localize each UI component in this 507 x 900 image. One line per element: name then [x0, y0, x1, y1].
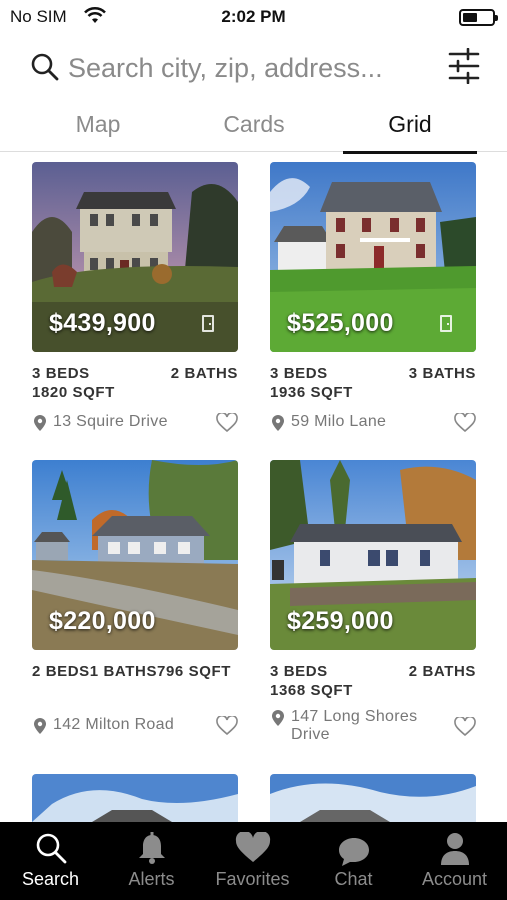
listing-specs: 2 BEDS1 BATHS796 SQFT	[32, 662, 238, 702]
listing-photo[interactable]: $220,000	[32, 460, 238, 650]
listing-address: 13 Squire Drive	[53, 413, 168, 430]
sqft-label: 1820 SQFT	[32, 384, 115, 401]
listing-price: $259,000	[287, 607, 394, 635]
listing-address-row: 142 Milton Road	[32, 714, 238, 736]
listing-address-row: 13 Squire Drive	[32, 411, 238, 433]
tab-bar-account[interactable]: Account	[404, 822, 505, 900]
clock: 2:02 PM	[221, 7, 286, 26]
listing-photo[interactable]	[270, 774, 476, 822]
tab-cards[interactable]: Cards	[187, 110, 321, 150]
listing-card[interactable]: $220,000 2 BEDS1 BATHS796 SQFT 142 Milto…	[32, 460, 238, 736]
listing-address: 59 Milo Lane	[291, 413, 387, 430]
listing-price: $525,000	[287, 309, 394, 337]
sqft-label: 1936 SQFT	[270, 384, 353, 401]
favorite-heart-icon[interactable]	[216, 411, 238, 438]
tab-grid[interactable]: Grid	[343, 110, 477, 154]
favorite-heart-icon[interactable]	[454, 411, 476, 438]
tab-bar-chat[interactable]: Chat	[303, 822, 404, 900]
status-bar: No SIM 2:02 PM	[0, 0, 507, 34]
baths-label: 3 BATHS	[408, 365, 476, 382]
tab-bar-label: Chat	[334, 869, 373, 889]
beds-label: 3 BEDS	[32, 365, 90, 382]
tab-bar-favorites[interactable]: Favorites	[202, 822, 303, 900]
location-pin-icon	[272, 415, 284, 436]
battery-icon	[459, 9, 498, 26]
listing-address: 142 Milton Road	[53, 716, 175, 733]
tab-bar-alerts[interactable]: Alerts	[101, 822, 202, 900]
bell-icon	[138, 832, 165, 864]
listing-photo[interactable]: $439,900	[32, 162, 238, 352]
listing-photo[interactable]	[32, 774, 238, 822]
chat-bubble-icon	[338, 838, 369, 866]
door-icon	[202, 315, 214, 332]
bottom-tab-bar: Search Alerts Favorites Chat Account	[0, 822, 507, 900]
sqft-label: 1368 SQFT	[270, 682, 353, 699]
heart-icon	[235, 832, 270, 862]
search-icon	[36, 833, 66, 864]
location-pin-icon	[272, 710, 284, 731]
door-icon	[440, 315, 452, 332]
tab-bar-label: Search	[21, 869, 80, 889]
listing-specs: 3 BEDS 3 BATHS 1936 SQFT	[270, 364, 476, 404]
tab-bar-label: Favorites	[215, 869, 290, 889]
location-pin-icon	[34, 415, 46, 436]
listing-price: $220,000	[49, 607, 156, 635]
view-tabs: Map Cards Grid	[0, 104, 507, 154]
listing-specs: 3 BEDS 2 BATHS 1820 SQFT	[32, 364, 238, 404]
specs-label: 2 BEDS1 BATHS796 SQFT	[32, 663, 232, 680]
tab-map[interactable]: Map	[31, 110, 165, 150]
listing-photo[interactable]: $525,000	[270, 162, 476, 352]
tab-bar-label: Account	[421, 869, 488, 889]
listing-photo[interactable]: $259,000	[270, 460, 476, 650]
listing-specs: 3 BEDS 2 BATHS 1368 SQFT	[270, 662, 476, 702]
baths-label: 2 BATHS	[170, 365, 238, 382]
favorite-heart-icon[interactable]	[216, 714, 238, 741]
favorite-heart-icon[interactable]	[454, 715, 476, 742]
search-input[interactable]	[68, 48, 428, 88]
search-icon	[30, 52, 60, 87]
listing-address-row: 59 Milo Lane	[270, 411, 476, 433]
location-pin-icon	[34, 718, 46, 739]
listing-address-row: 147 Long Shores Drive	[270, 708, 476, 744]
listing-address: 147 Long Shores Drive	[291, 708, 418, 743]
listing-card[interactable]: $259,000 3 BEDS 2 BATHS 1368 SQFT 147 Lo…	[270, 460, 476, 744]
tab-bar-search[interactable]: Search	[0, 822, 101, 900]
listing-card[interactable]: $439,900 3 BEDS 2 BATHS 1820 SQFT 13 Squ…	[32, 162, 238, 433]
baths-label: 2 BATHS	[408, 663, 476, 680]
tab-bar-label: Alerts	[128, 869, 175, 889]
listing-card[interactable]: $525,000 3 BEDS 3 BATHS 1936 SQFT 59 Mil…	[270, 162, 476, 433]
beds-label: 3 BEDS	[270, 365, 328, 382]
beds-label: 3 BEDS	[270, 663, 328, 680]
filter-sliders-icon[interactable]	[448, 47, 480, 89]
listing-price: $439,900	[49, 309, 156, 337]
person-icon	[440, 833, 469, 865]
search-bar	[30, 42, 480, 94]
